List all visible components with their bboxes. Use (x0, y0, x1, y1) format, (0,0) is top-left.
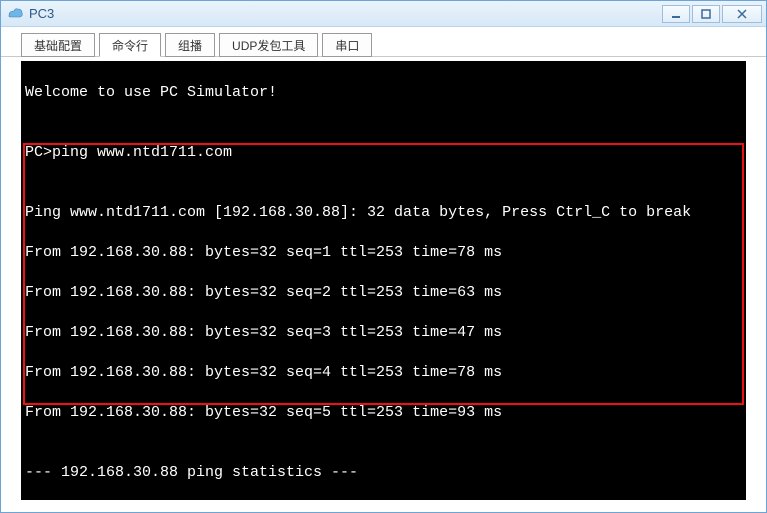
terminal-line: PC>ping www.ntd1711.com (25, 143, 742, 163)
maximize-button[interactable] (692, 5, 720, 23)
app-window: PC3 基础配置 命令行 组播 UDP发包工具 串口 Welcome to us… (0, 0, 767, 513)
terminal-line: From 192.168.30.88: bytes=32 seq=1 ttl=2… (25, 243, 742, 263)
terminal-container: Welcome to use PC Simulator! PC>ping www… (1, 57, 766, 512)
terminal[interactable]: Welcome to use PC Simulator! PC>ping www… (21, 61, 746, 500)
app-icon (7, 6, 23, 22)
titlebar[interactable]: PC3 (1, 1, 766, 27)
terminal-line: From 192.168.30.88: bytes=32 seq=2 ttl=2… (25, 283, 742, 303)
tab-basic-config[interactable]: 基础配置 (21, 33, 95, 57)
tab-udp-tool[interactable]: UDP发包工具 (219, 33, 318, 57)
terminal-line: From 192.168.30.88: bytes=32 seq=5 ttl=2… (25, 403, 742, 423)
terminal-line: From 192.168.30.88: bytes=32 seq=4 ttl=2… (25, 363, 742, 383)
terminal-line: From 192.168.30.88: bytes=32 seq=3 ttl=2… (25, 323, 742, 343)
tabstrip: 基础配置 命令行 组播 UDP发包工具 串口 (1, 27, 766, 57)
window-controls (660, 5, 762, 23)
window-title: PC3 (29, 6, 54, 21)
terminal-line: Welcome to use PC Simulator! (25, 83, 742, 103)
minimize-button[interactable] (662, 5, 690, 23)
tab-command-line[interactable]: 命令行 (99, 33, 161, 57)
terminal-line: --- 192.168.30.88 ping statistics --- (25, 463, 742, 483)
close-button[interactable] (722, 5, 762, 23)
tab-multicast[interactable]: 组播 (165, 33, 215, 57)
terminal-line: Ping www.ntd1711.com [192.168.30.88]: 32… (25, 203, 742, 223)
tab-serial[interactable]: 串口 (322, 33, 372, 57)
